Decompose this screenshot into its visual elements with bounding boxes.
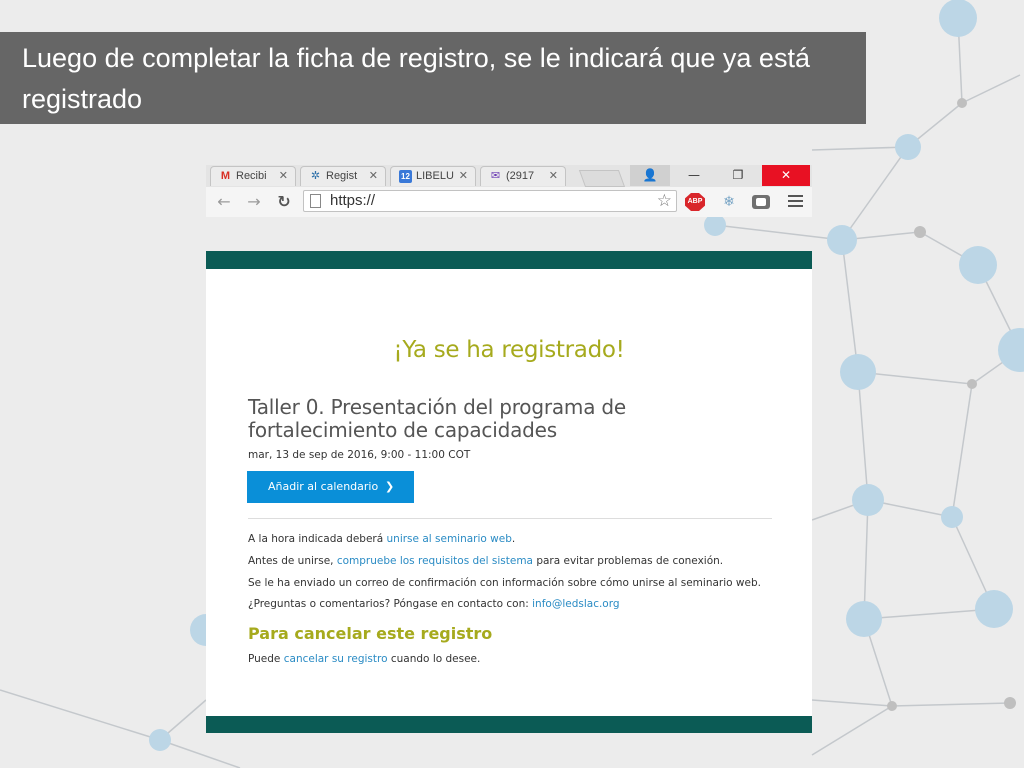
window-close-button[interactable]: ✕ [762,165,810,186]
cancel-line: Puede cancelar su registro cuando lo des… [248,653,480,665]
add-to-calendar-label: Añadir al calendario [268,480,379,493]
snowflake-icon[interactable]: ❄ [720,193,738,211]
contact-text: ¿Preguntas o comentarios? Póngase en con… [248,598,533,610]
requirements-text-end: para evitar problemas de conexión. [532,555,724,567]
event-title: Taller 0. Presentación del programa de f… [248,395,627,442]
calendar-icon: 12 [399,170,412,183]
confirmation-text: Se le ha enviado un correo de confirmaci… [248,577,761,589]
address-bar[interactable]: https:// ☆ [303,190,677,212]
forward-arrow-icon[interactable]: → [244,192,264,212]
event-date: mar, 13 de sep de 2016, 9:00 - 11:00 COT [248,449,471,461]
tab-strip: M Recibi ✕ ✲ Regist ✕ 12 LIBELU ✕ ✉ (291… [206,165,812,188]
browser-window: M Recibi ✕ ✲ Regist ✕ 12 LIBELU ✕ ✉ (291… [206,165,812,217]
cancel-registration-link[interactable]: cancelar su registro [284,653,388,665]
add-to-calendar-button[interactable]: Añadir al calendario ❯ [247,471,414,503]
footer-bar [206,716,812,733]
slide-title: Luego de completar la ficha de registro,… [22,43,810,114]
join-text: A la hora indicada deberá [248,533,387,545]
cancel-text: Puede [248,653,284,665]
mail-icon: ✉ [490,170,501,182]
browser-toolbar: ← → ↻ https:// ☆ ABP ❄ [206,187,812,217]
close-icon[interactable]: ✕ [279,169,288,182]
profile-icon[interactable]: 👤 [630,165,670,186]
page-icon [310,194,321,208]
cancel-heading: Para cancelar este registro [248,624,493,643]
tab-label: Recibi [236,170,267,182]
reload-icon[interactable]: ↻ [274,192,294,212]
adblock-icon[interactable]: ABP [685,193,705,211]
confirmation-email-note: Se le ha enviado un correo de confirmaci… [248,577,761,589]
contact-email-link[interactable]: info@ledslac.org [532,598,619,610]
divider [248,518,772,519]
tab-label: LIBELU [416,170,454,182]
tab-gmail[interactable]: M Recibi ✕ [210,166,296,186]
requirements-instructions: Antes de unirse, compruebe los requisito… [248,555,723,567]
url-text: https:// [330,192,376,209]
registration-confirmation-page: ¡Ya se ha registrado! Taller 0. Presenta… [206,251,812,733]
join-text-end: . [511,533,516,545]
join-webinar-link[interactable]: unirse al seminario web [387,533,512,545]
gear-icon: ✲ [310,170,321,182]
tab-label: (2917 [506,170,535,182]
system-requirements-link[interactable]: compruebe los requisitos del sistema [337,555,533,567]
contact-line: ¿Preguntas o comentarios? Póngase en con… [248,598,620,610]
chevron-down-icon: ❯ [385,480,395,493]
success-heading: ¡Ya se ha registrado! [393,337,625,363]
close-icon[interactable]: ✕ [459,169,468,182]
requirements-text: Antes de unirse, [248,555,337,567]
tab-mail[interactable]: ✉ (2917 ✕ [480,166,566,186]
tab-calendar[interactable]: 12 LIBELU ✕ [390,166,476,186]
new-tab-button[interactable] [578,170,626,187]
join-instructions: A la hora indicada deberá unirse al semi… [248,533,515,545]
tab-label: Regist [326,170,358,182]
back-arrow-icon[interactable]: ← [214,192,234,212]
header-bar [206,251,812,269]
bookmark-star-icon[interactable]: ☆ [657,191,672,211]
restore-button[interactable]: ❐ [718,165,758,186]
tab-registration[interactable]: ✲ Regist ✕ [300,166,386,186]
close-icon[interactable]: ✕ [549,169,558,182]
chat-icon[interactable] [752,195,770,209]
minimize-button[interactable]: — [674,165,714,186]
menu-icon[interactable] [788,195,803,210]
close-icon[interactable]: ✕ [369,169,378,182]
gmail-icon: M [220,170,231,182]
cancel-text-end: cuando lo desee. [387,653,481,665]
